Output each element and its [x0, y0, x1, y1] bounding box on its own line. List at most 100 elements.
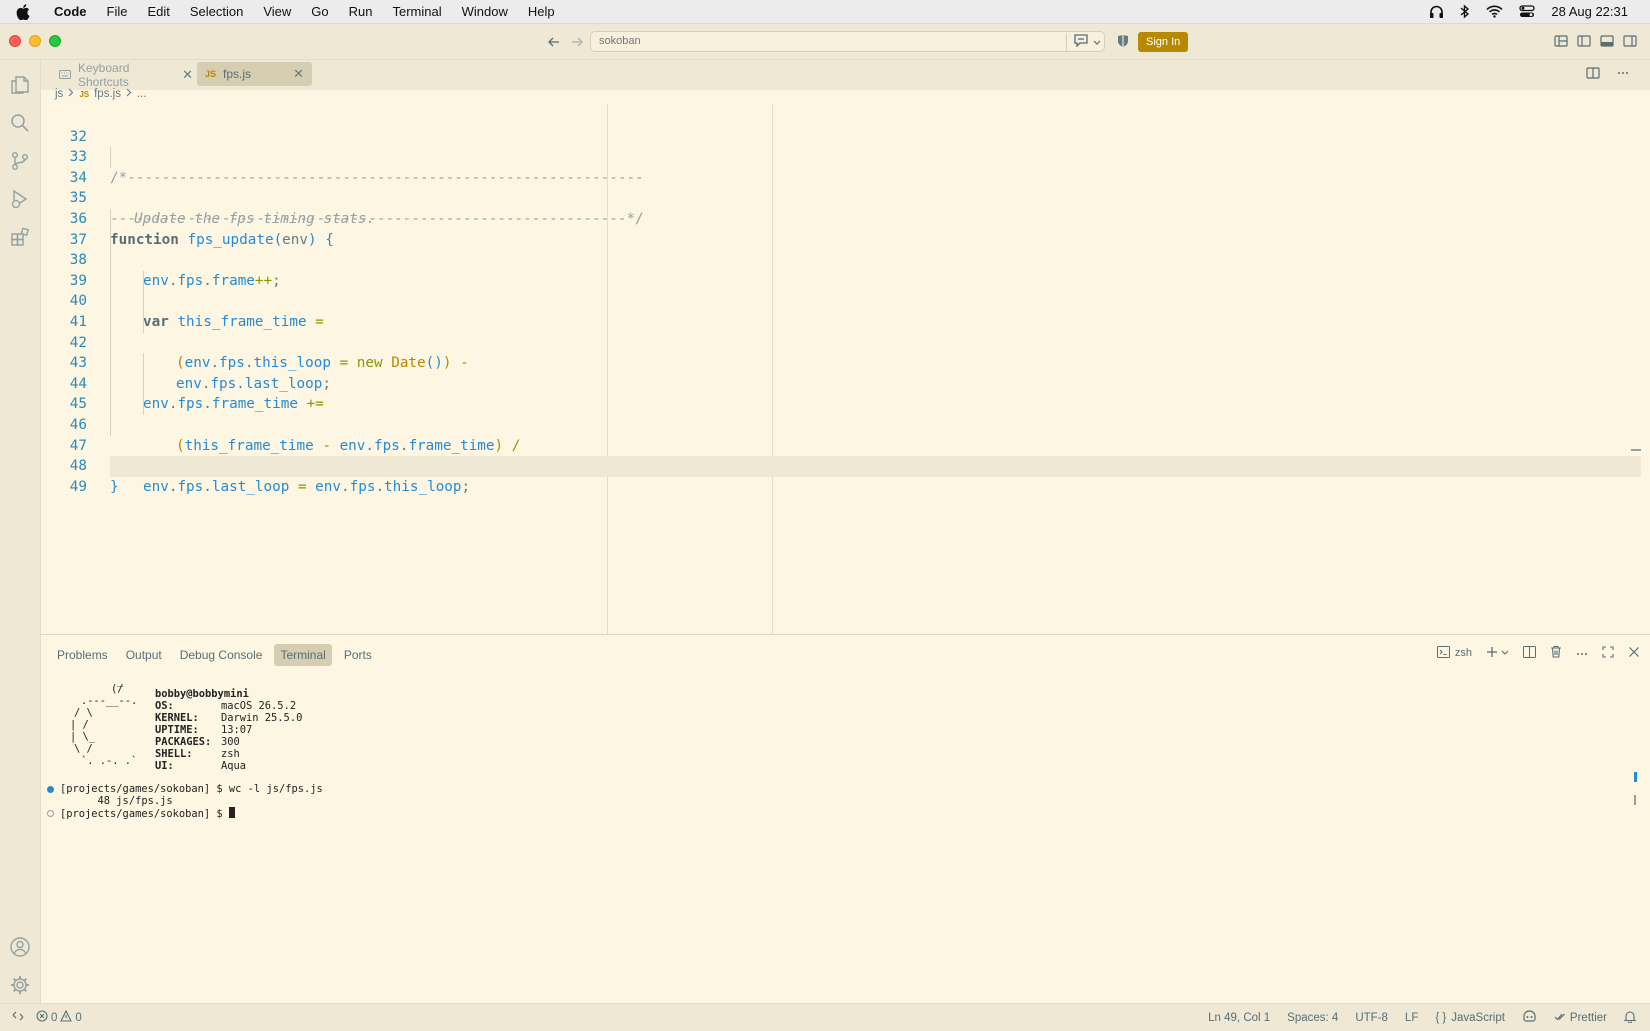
- apple-icon[interactable]: [16, 3, 32, 20]
- info-value: macOS 26.5.2: [221, 700, 297, 712]
- menu-terminal[interactable]: Terminal: [383, 0, 452, 24]
- code-line: 47 env.fps.last_loop = env.fps.this_loop…: [41, 415, 1641, 495]
- explorer-icon[interactable]: [9, 74, 31, 96]
- terminal-output[interactable]: _ (/ .---__--. / \ | / | \_ \ / `._.-._.…: [41, 672, 1641, 1002]
- close-icon[interactable]: ✕: [182, 67, 193, 83]
- toggle-primary-sidebar-icon[interactable]: [1577, 34, 1593, 50]
- tab-debug-console[interactable]: Debug Console: [174, 644, 269, 666]
- maximize-panel-icon[interactable]: [1602, 645, 1614, 661]
- customize-layout-icon[interactable]: [1554, 34, 1570, 50]
- breadcrumb: js JS fps.js ...: [41, 84, 1650, 104]
- end-of-line[interactable]: LF: [1405, 1012, 1418, 1024]
- prettier-status[interactable]: Prettier: [1554, 1012, 1607, 1024]
- tab-output[interactable]: Output: [120, 644, 168, 666]
- bluetooth-icon[interactable]: [1460, 4, 1470, 19]
- terminal-user: bobby@bobbymini: [155, 688, 249, 700]
- menu-app-code[interactable]: Code: [44, 0, 97, 24]
- copilot-chat-button[interactable]: [1066, 33, 1106, 51]
- accounts-shield-icon[interactable]: [1116, 34, 1132, 50]
- toggle-secondary-sidebar-icon[interactable]: [1623, 34, 1639, 50]
- run-debug-icon[interactable]: [9, 188, 31, 210]
- tab-fps-js[interactable]: JS fps.js ✕: [197, 62, 312, 86]
- split-editor-icon[interactable]: [1586, 66, 1600, 85]
- command-center-search[interactable]: sokoban: [590, 31, 1105, 52]
- terminal-cursor: [228, 807, 235, 818]
- bell-icon[interactable]: [1623, 1010, 1637, 1026]
- terminal-prompt: [projects/games/sokoban] $: [60, 807, 235, 820]
- source-control-icon[interactable]: [9, 150, 31, 172]
- breadcrumb-symbol[interactable]: ...: [137, 88, 147, 100]
- code-text: env.fps.last_loop = env.fps.this_loop;: [143, 478, 471, 495]
- command-pending-decoration[interactable]: [47, 810, 54, 817]
- forward-arrow-icon[interactable]: [569, 34, 585, 50]
- code-line: 33 /*-----------------------------------…: [41, 127, 1641, 186]
- tab-problems[interactable]: Problems: [51, 644, 114, 666]
- code-line: 48 }: [41, 436, 1641, 495]
- search-icon[interactable]: [9, 112, 31, 134]
- account-icon[interactable]: [9, 936, 31, 958]
- window-minimize-button[interactable]: [29, 35, 41, 47]
- panel-sash[interactable]: [41, 634, 1650, 637]
- braces-icon: { }: [1435, 1011, 1447, 1024]
- chevron-right-icon: [126, 88, 132, 100]
- double-check-icon: [1554, 1012, 1566, 1024]
- scrollbar-marker: [1634, 795, 1636, 805]
- breadcrumb-folder[interactable]: js: [55, 88, 63, 100]
- settings-gear-icon[interactable]: [9, 974, 31, 996]
- info-value: 13:07: [221, 724, 253, 736]
- wifi-icon[interactable]: [1486, 5, 1503, 18]
- menu-go[interactable]: Go: [301, 0, 338, 24]
- warning-icon: [60, 1009, 73, 1025]
- indentation[interactable]: Spaces: 4: [1287, 1012, 1338, 1024]
- control-center-icon[interactable]: [1519, 5, 1536, 18]
- panel-tabs: Problems Output Debug Console Terminal P…: [41, 640, 1650, 670]
- split-terminal-icon[interactable]: [1523, 645, 1536, 661]
- window-zoom-button[interactable]: [49, 35, 61, 47]
- close-panel-icon[interactable]: [1628, 646, 1640, 661]
- extensions-icon[interactable]: [9, 226, 31, 248]
- menu-window[interactable]: Window: [452, 0, 518, 24]
- code-editor[interactable]: 32 33 /*--------------------------------…: [41, 104, 1641, 634]
- more-actions-icon[interactable]: [1576, 647, 1588, 659]
- window-close-button[interactable]: [9, 35, 21, 47]
- menubar-clock[interactable]: 28 Aug 22:31: [1551, 4, 1628, 19]
- code-text: }: [110, 478, 119, 495]
- code-line: 42: [41, 312, 1641, 351]
- menu-edit[interactable]: Edit: [137, 0, 179, 24]
- headphones-icon[interactable]: [1429, 5, 1444, 19]
- menu-selection[interactable]: Selection: [180, 0, 253, 24]
- more-actions-icon[interactable]: [1616, 66, 1630, 85]
- sign-in-button[interactable]: Sign In: [1138, 32, 1189, 52]
- code-line: 36 function fps_update(env) {: [41, 188, 1641, 248]
- menu-view[interactable]: View: [253, 0, 301, 24]
- code-line: 41 env.fps.last_loop;: [41, 291, 1641, 392]
- trash-icon[interactable]: [1550, 645, 1562, 661]
- tab-terminal[interactable]: Terminal: [274, 644, 332, 666]
- terminal-shell-selector[interactable]: zsh: [1436, 645, 1472, 661]
- chevron-right-icon: [68, 88, 74, 100]
- menu-file[interactable]: File: [97, 0, 138, 24]
- code-line: 45 env.fps.filter_strength;: [41, 373, 1641, 474]
- encoding[interactable]: UTF-8: [1355, 1012, 1388, 1024]
- problems-status[interactable]: 0 0: [36, 1009, 82, 1025]
- close-icon[interactable]: ✕: [293, 66, 304, 82]
- command-success-decoration[interactable]: [47, 786, 54, 793]
- terminal-command: [projects/games/sokoban] $ wc -l js/fps.…: [60, 783, 323, 795]
- tab-ports[interactable]: Ports: [338, 644, 378, 666]
- info-key: OS:: [155, 700, 174, 712]
- menu-help[interactable]: Help: [518, 0, 565, 24]
- menu-run[interactable]: Run: [339, 0, 383, 24]
- language-mode[interactable]: { } JavaScript: [1435, 1012, 1505, 1024]
- cursor-position[interactable]: Ln 49, Col 1: [1208, 1012, 1270, 1024]
- new-terminal-button[interactable]: [1486, 646, 1509, 661]
- code-line: 38: [41, 229, 1641, 268]
- error-icon: [36, 1010, 48, 1025]
- copilot-icon[interactable]: [1522, 1010, 1537, 1025]
- remote-indicator-icon[interactable]: [12, 1010, 24, 1025]
- breadcrumb-file[interactable]: fps.js: [94, 88, 121, 100]
- toggle-panel-icon[interactable]: [1600, 34, 1616, 50]
- info-value: 300: [221, 736, 240, 748]
- back-arrow-icon[interactable]: [546, 34, 562, 50]
- code-line: 35 -------------------------------------…: [41, 168, 1641, 227]
- code-line: 39 var this_frame_time =: [41, 250, 1641, 330]
